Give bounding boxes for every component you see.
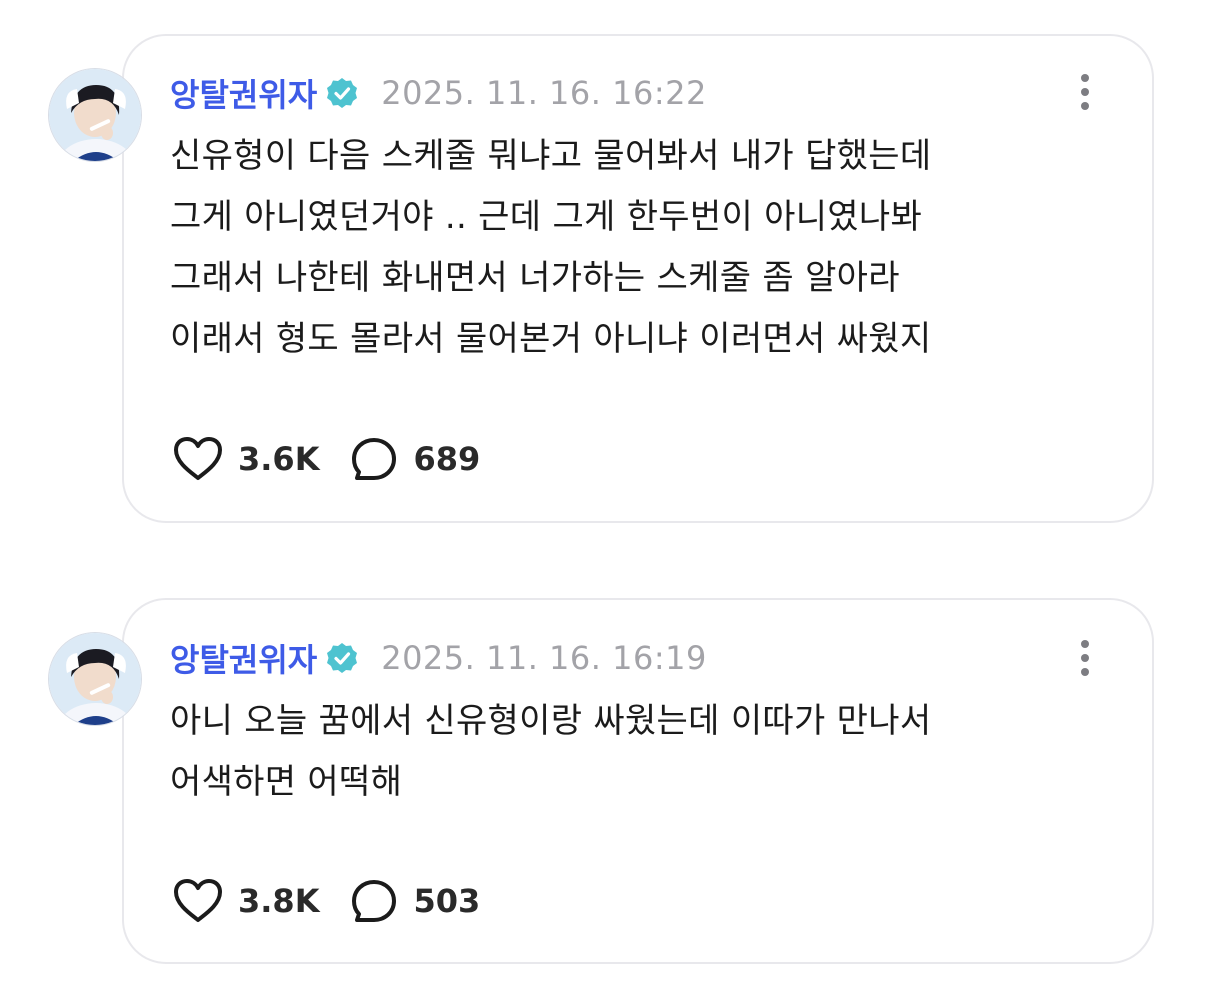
author-name[interactable]: 앙탈권위자: [170, 70, 317, 116]
comment-bubble-icon: [349, 435, 399, 483]
profile-avatar-image: [49, 69, 141, 161]
post-body-line: 아니 오늘 꿈에서 신유형이랑 싸웠는데 이따가 만나서: [170, 701, 932, 741]
like-button[interactable]: 3.6K: [172, 435, 319, 483]
like-count: 3.8K: [238, 882, 320, 920]
more-vertical-icon[interactable]: [1072, 638, 1098, 678]
profile-avatar-image: [49, 633, 141, 725]
post-timestamp: 2025. 11. 16. 16:22: [381, 74, 707, 112]
post-actions: 3.6K 689: [172, 434, 480, 484]
post-body: 아니 오늘 꿈에서 신유형이랑 싸웠는데 이따가 만나서 어색하면 어떡해: [170, 691, 1130, 813]
comment-button[interactable]: 503: [349, 877, 480, 925]
post-header: 앙탈권위자 2025. 11. 16. 16:19: [170, 635, 707, 681]
author-name[interactable]: 앙탈권위자: [170, 635, 317, 681]
post-body-line: 이래서 형도 몰라서 물어본거 아니냐 이러면서 싸웠지: [170, 319, 932, 359]
post-header: 앙탈권위자 2025. 11. 16. 16:22: [170, 70, 707, 116]
comment-bubble-icon: [349, 877, 399, 925]
heart-icon: [172, 877, 224, 925]
heart-icon: [172, 435, 224, 483]
comment-count: 689: [413, 440, 481, 478]
verified-badge-icon: [325, 76, 359, 110]
author-avatar[interactable]: [48, 68, 142, 162]
like-count: 3.6K: [238, 440, 320, 478]
post-timestamp: 2025. 11. 16. 16:19: [381, 639, 707, 677]
post-body-line: 그래서 나한테 화내면서 너가하는 스케줄 좀 알아라: [170, 258, 900, 298]
post-body-line: 신유형이 다음 스케줄 뭐냐고 물어봐서 내가 답했는데: [170, 136, 932, 176]
like-button[interactable]: 3.8K: [172, 877, 319, 925]
post-actions: 3.8K 503: [172, 876, 480, 926]
comment-button[interactable]: 689: [349, 435, 480, 483]
verified-badge-icon: [325, 641, 359, 675]
post-body: 신유형이 다음 스케줄 뭐냐고 물어봐서 내가 답했는데 그게 아니였던거야 .…: [170, 126, 1130, 370]
more-vertical-icon[interactable]: [1072, 72, 1098, 112]
author-avatar[interactable]: [48, 632, 142, 726]
post-body-line: 어색하면 어떡해: [170, 762, 403, 802]
post-body-line: 그게 아니였던거야 .. 근데 그게 한두번이 아니였나봐: [170, 197, 923, 237]
comment-count: 503: [413, 882, 481, 920]
